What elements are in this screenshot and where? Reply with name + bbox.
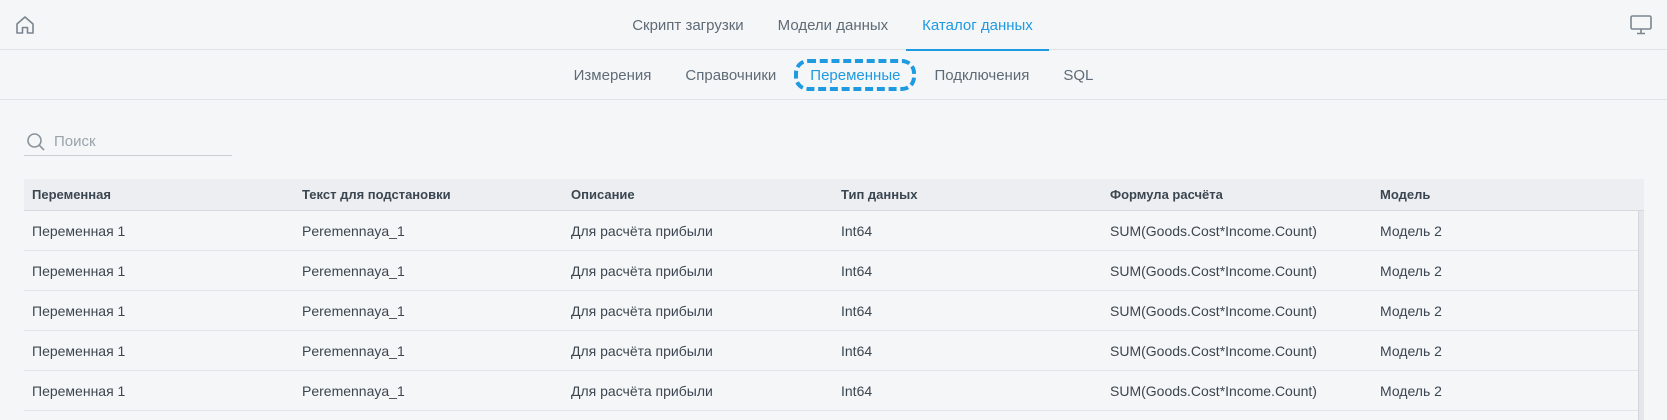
cell-description: Для расчёта прибыли	[571, 342, 713, 359]
top-tabs: Скрипт загрузки Модели данных Каталог да…	[0, 0, 1667, 51]
top-navigation-bar: Скрипт загрузки Модели данных Каталог да…	[0, 0, 1667, 51]
column-header-variable[interactable]: Переменная	[24, 187, 294, 202]
table-row[interactable]: Переменная 1 Peremennaya_1 Для расчёта п…	[24, 331, 1644, 371]
monitor-icon	[1630, 15, 1652, 35]
search-box	[24, 128, 232, 156]
cell-model: Модель 2	[1380, 382, 1442, 399]
subtab-connections[interactable]: Подключения	[918, 57, 1045, 93]
cell-substitution-text: Peremennaya_1	[302, 342, 405, 359]
search-icon	[26, 132, 46, 152]
subtab-variables[interactable]: Переменные	[794, 57, 917, 93]
tab-load-script[interactable]: Скрипт загрузки	[616, 0, 759, 50]
column-header-substitution-text[interactable]: Текст для подстановки	[294, 187, 563, 202]
subtab-label: Справочники	[685, 66, 777, 84]
cell-variable: Переменная 1	[32, 382, 126, 399]
column-header-model[interactable]: Модель	[1372, 187, 1644, 202]
search-input[interactable]	[54, 133, 224, 150]
cell-substitution-text: Peremennaya_1	[302, 382, 405, 399]
cell-data-type: Int64	[841, 342, 873, 359]
subtab-sql[interactable]: SQL	[1047, 57, 1109, 93]
cell-data-type: Int64	[841, 262, 873, 279]
cell-variable: Переменная 1	[32, 262, 126, 279]
cell-substitution-text: Peremennaya_1	[302, 302, 405, 319]
cell-model: Модель 2	[1380, 342, 1442, 359]
sub-tabs: Измерения Справочники Переменные Подключ…	[0, 50, 1667, 100]
tab-data-models[interactable]: Модели данных	[762, 0, 905, 50]
subtab-dimensions[interactable]: Измерения	[558, 57, 668, 93]
cell-description: Для расчёта прибыли	[571, 302, 713, 319]
cell-description: Для расчёта прибыли	[571, 262, 713, 279]
column-header-formula[interactable]: Формула расчёта	[1102, 187, 1372, 202]
cell-variable: Переменная 1	[32, 222, 126, 239]
table-header: Переменная Текст для подстановки Описани…	[24, 179, 1644, 211]
cell-model: Модель 2	[1380, 222, 1442, 239]
table-row[interactable]: Переменная 1 Peremennaya_1 Для расчёта п…	[24, 291, 1644, 331]
variables-table: Переменная Текст для подстановки Описани…	[24, 179, 1644, 411]
cell-model: Модель 2	[1380, 262, 1442, 279]
monitor-button[interactable]	[1629, 13, 1653, 37]
cell-description: Для расчёта прибыли	[571, 222, 713, 239]
column-header-data-type[interactable]: Тип данных	[833, 187, 1102, 202]
cell-substitution-text: Peremennaya_1	[302, 262, 405, 279]
subtab-directories[interactable]: Справочники	[669, 57, 792, 93]
cell-variable: Переменная 1	[32, 302, 126, 319]
cell-substitution-text: Peremennaya_1	[302, 222, 405, 239]
column-header-description[interactable]: Описание	[563, 187, 833, 202]
subtab-label: Подключения	[934, 66, 1030, 84]
cell-formula: SUM(Goods.Cost*Income.Count)	[1110, 222, 1317, 239]
cell-description: Для расчёта прибыли	[571, 382, 713, 399]
subtab-label: Измерения	[573, 66, 652, 84]
table-scrollbar[interactable]	[1638, 211, 1644, 420]
table-row[interactable]: Переменная 1 Peremennaya_1 Для расчёта п…	[24, 371, 1644, 411]
cell-model: Модель 2	[1380, 302, 1442, 319]
dashed-highlight	[794, 59, 917, 91]
table-row[interactable]: Переменная 1 Peremennaya_1 Для расчёта п…	[24, 251, 1644, 291]
cell-formula: SUM(Goods.Cost*Income.Count)	[1110, 302, 1317, 319]
cell-data-type: Int64	[841, 222, 873, 239]
sub-navigation-bar: Измерения Справочники Переменные Подключ…	[0, 50, 1667, 100]
cell-data-type: Int64	[841, 382, 873, 399]
cell-variable: Переменная 1	[32, 342, 126, 359]
cell-data-type: Int64	[841, 302, 873, 319]
cell-formula: SUM(Goods.Cost*Income.Count)	[1110, 382, 1317, 399]
table-row[interactable]: Переменная 1 Peremennaya_1 Для расчёта п…	[24, 211, 1644, 251]
subtab-label: SQL	[1063, 66, 1094, 84]
tab-data-catalog[interactable]: Каталог данных	[906, 0, 1049, 51]
cell-formula: SUM(Goods.Cost*Income.Count)	[1110, 342, 1317, 359]
cell-formula: SUM(Goods.Cost*Income.Count)	[1110, 262, 1317, 279]
